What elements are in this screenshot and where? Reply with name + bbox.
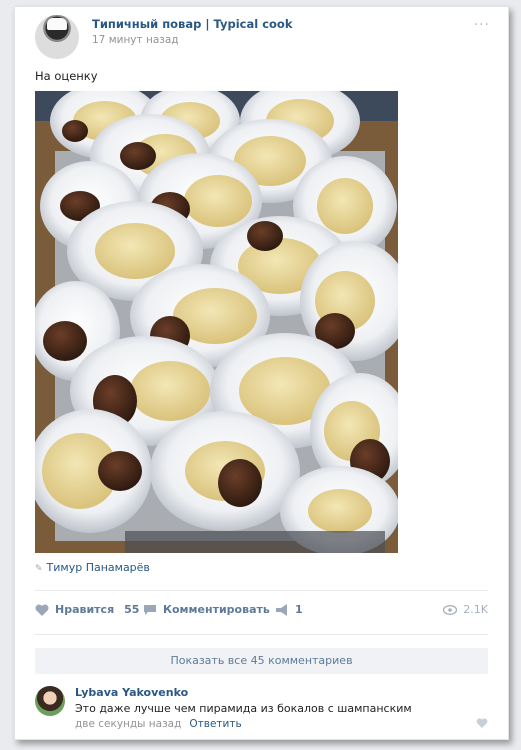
like-button[interactable]: Нравится 55 xyxy=(35,603,139,616)
eye-icon xyxy=(443,604,458,615)
like-count: 55 xyxy=(124,603,140,616)
post-time[interactable]: 17 минут назад xyxy=(92,34,179,46)
views-count: 2.1K xyxy=(463,603,488,616)
source-name[interactable]: Тимур Панамарёв xyxy=(47,561,150,574)
comment-author[interactable]: Lybava Yakovenko xyxy=(75,686,188,699)
comment-text: Это даже лучше чем пирамида из бокалов с… xyxy=(75,702,412,715)
comment-icon xyxy=(144,604,156,615)
source-icon: ✎ xyxy=(35,564,43,574)
share-count: 1 xyxy=(295,603,303,616)
heart-icon xyxy=(35,604,49,616)
show-all-comments-button[interactable]: Показать все 45 комментариев xyxy=(35,648,488,674)
comment-button[interactable]: Комментировать xyxy=(143,603,270,616)
views-counter: 2.1K xyxy=(443,603,488,616)
like-label: Нравится xyxy=(55,603,115,616)
post-actions: Нравится 55 Комментировать 1 2.1K xyxy=(35,603,488,621)
food-photo xyxy=(35,91,398,553)
post-author[interactable]: Типичный повар | Typical cook xyxy=(92,17,292,31)
comment-meta: две секунды назад Ответить xyxy=(75,718,242,730)
comment-time[interactable]: две секунды назад xyxy=(75,718,181,730)
post-card: Типичный повар | Typical cook 17 минут н… xyxy=(14,6,509,740)
comment-label: Комментировать xyxy=(163,603,270,616)
more-icon[interactable]: ··· xyxy=(474,17,490,33)
heart-icon[interactable] xyxy=(476,718,488,728)
comment-item: Lybava Yakovenko Это даже лучше чем пира… xyxy=(35,684,488,734)
post-text: На оценку xyxy=(35,69,98,83)
commenter-avatar[interactable] xyxy=(35,686,65,716)
divider xyxy=(35,590,488,591)
share-button[interactable]: 1 xyxy=(275,603,303,616)
reply-button[interactable]: Ответить xyxy=(189,718,241,730)
divider xyxy=(35,634,488,635)
community-avatar[interactable] xyxy=(35,15,79,59)
photo-source[interactable]: ✎ Тимур Панамарёв xyxy=(35,561,150,574)
share-icon xyxy=(276,603,287,616)
post-photo[interactable] xyxy=(35,91,398,553)
